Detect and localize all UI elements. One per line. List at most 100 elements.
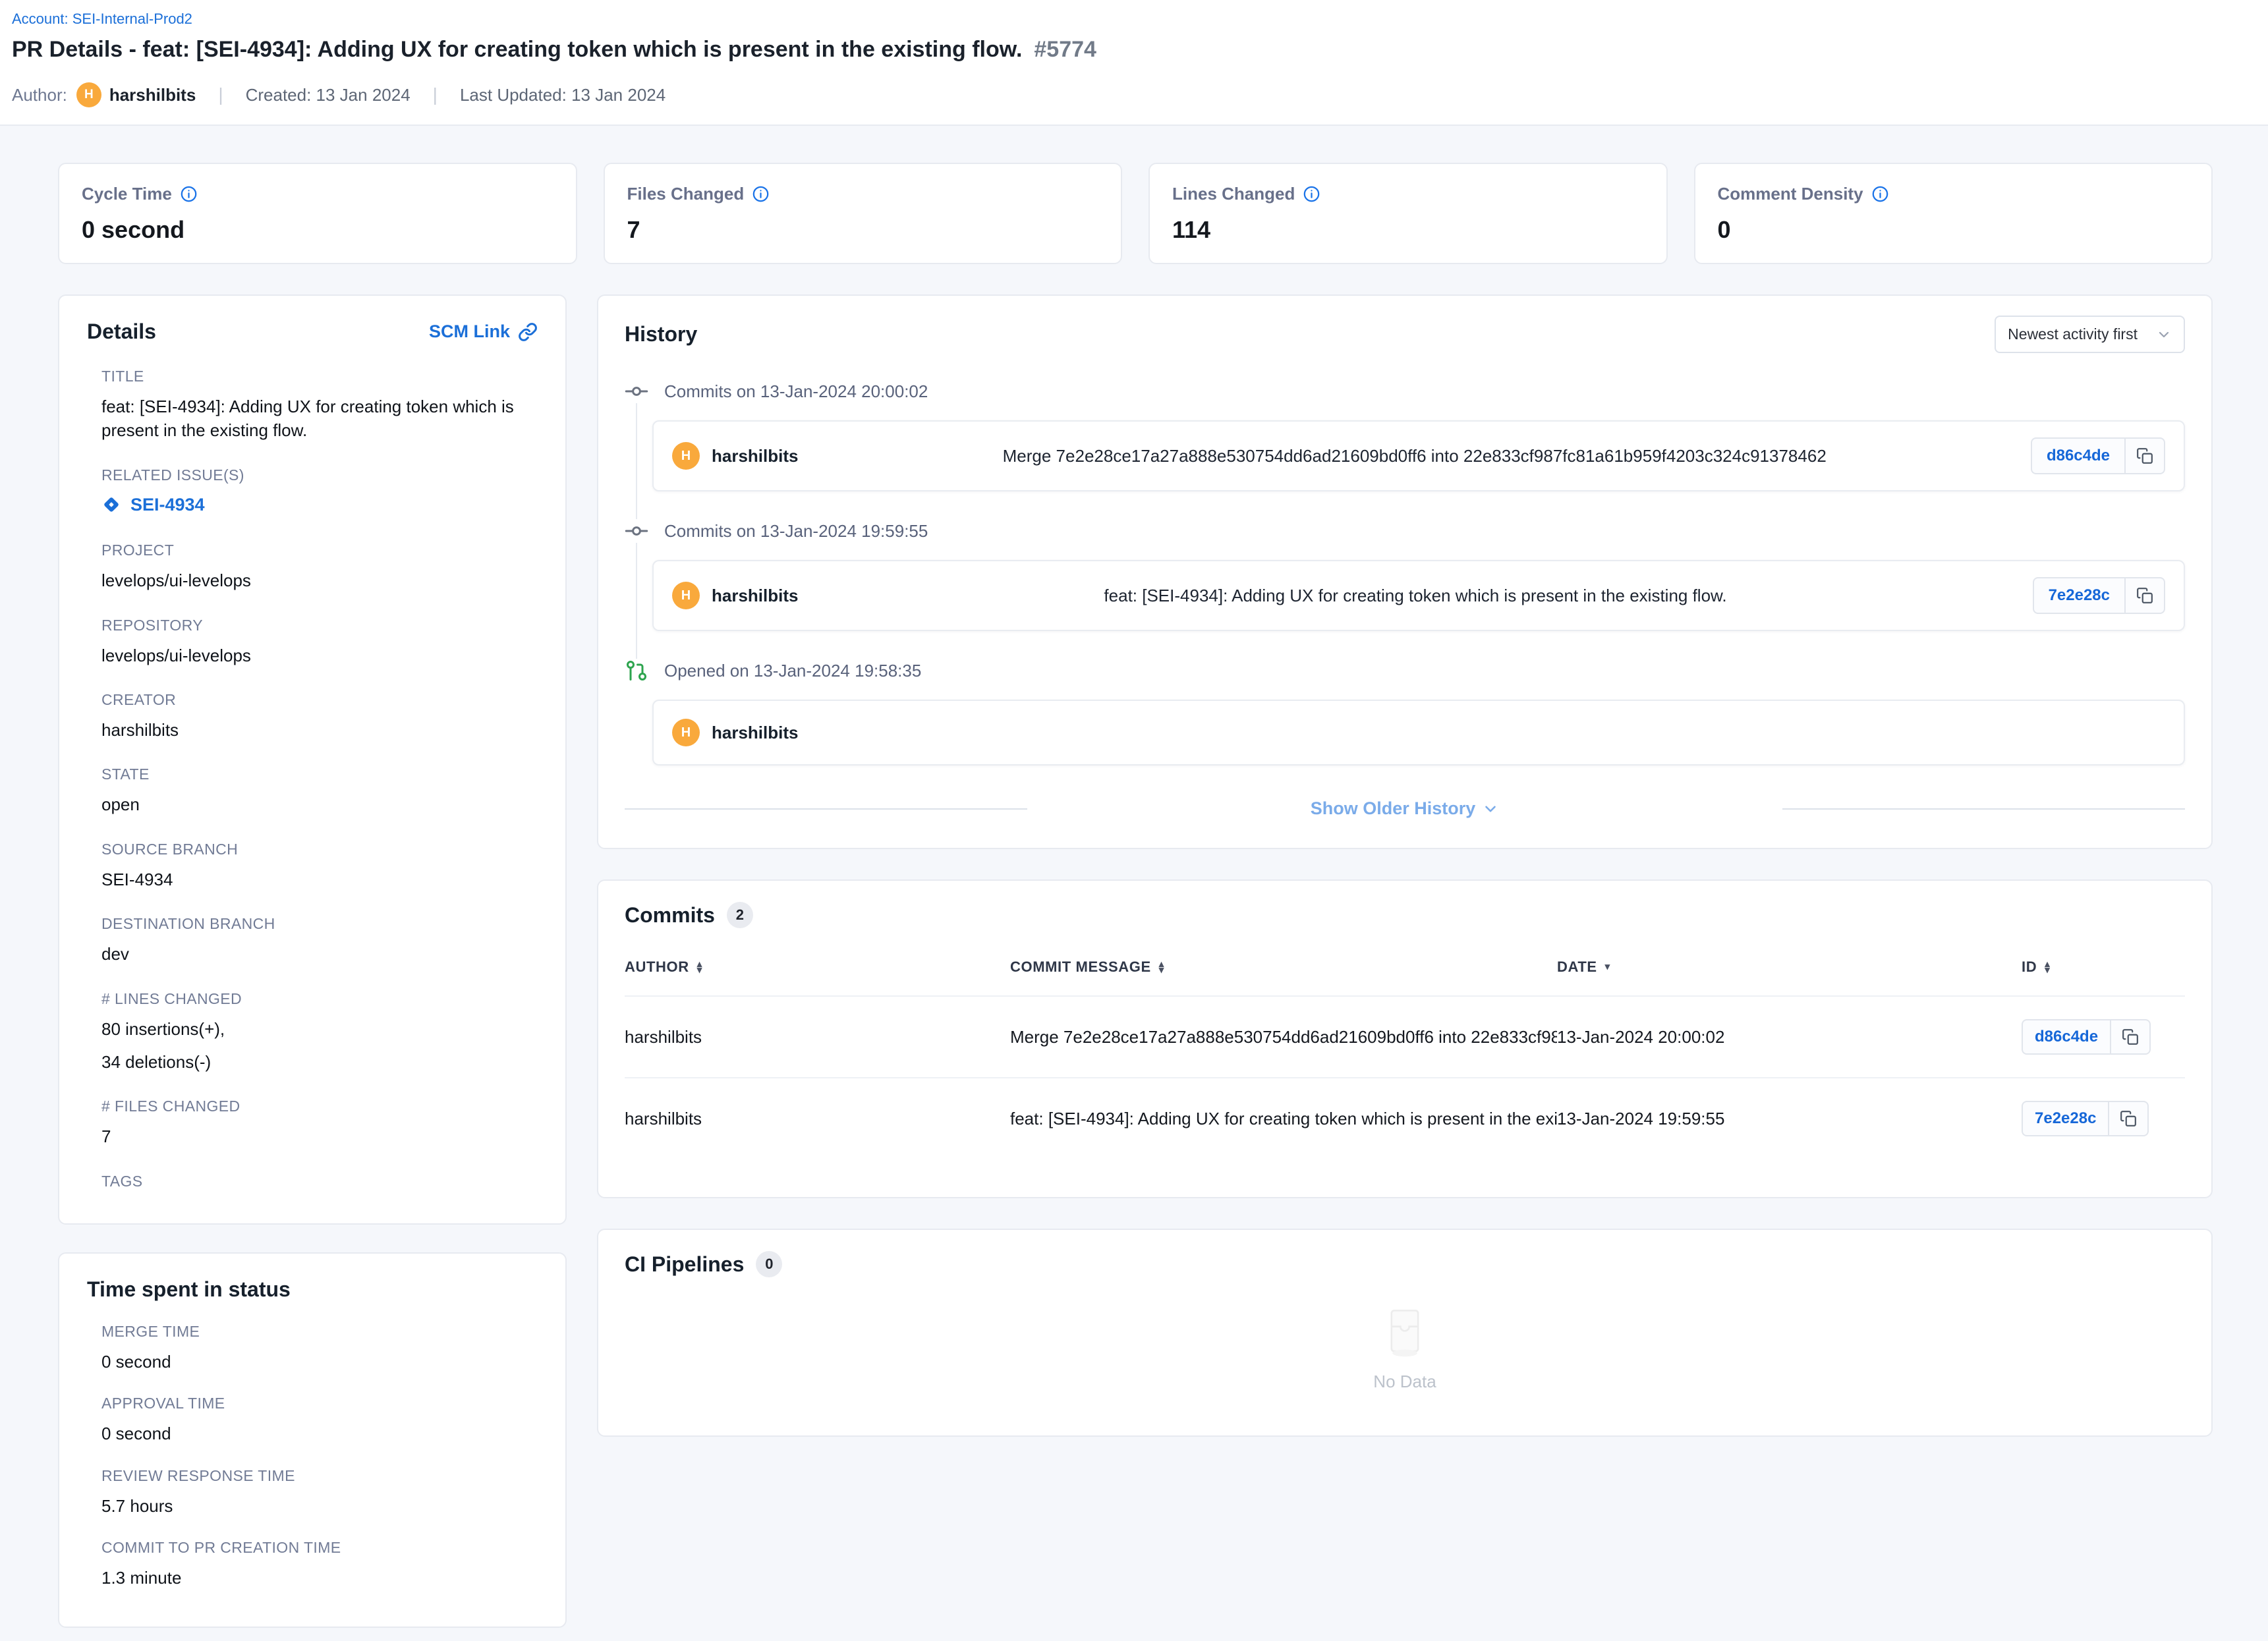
history-commit-card: H harshilbits Merge 7e2e28ce17a27a888e53… — [652, 420, 2185, 491]
field-label: PROJECT — [101, 542, 538, 559]
history-heading: History — [625, 322, 697, 347]
info-icon[interactable] — [180, 185, 198, 203]
detail-field-destination-branch: DESTINATION BRANCH dev — [87, 915, 538, 966]
timeline-event-commit-1: Commits on 13-Jan-2024 20:00:02 — [625, 379, 2185, 403]
detail-field-title: TITLE feat: [SEI-4934]: Adding UX for cr… — [87, 368, 538, 443]
cell-author: harshilbits — [625, 1109, 1010, 1129]
issue-diamond-icon — [101, 495, 121, 515]
commit-message: Merge 7e2e28ce17a27a888e530754dd6ad21609… — [798, 446, 2030, 466]
field-label: MERGE TIME — [101, 1323, 538, 1341]
details-panel: Details SCM Link TITLE feat: [SEI-4934]:… — [58, 294, 567, 1225]
history-timeline: Commits on 13-Jan-2024 20:00:02 H harshi… — [625, 379, 2185, 765]
issue-key: SEI-4934 — [130, 495, 205, 515]
ci-pipelines-count-badge: 0 — [756, 1251, 782, 1277]
history-opened-card: H harshilbits — [652, 700, 2185, 765]
author-label: Author: — [12, 85, 67, 105]
field-value: 7 — [101, 1125, 538, 1148]
time-field-merge: MERGE TIME 0 second — [87, 1323, 538, 1374]
commits-count-badge: 2 — [727, 902, 753, 928]
metric-card-files-changed: Files Changed 7 — [604, 163, 1123, 264]
info-icon[interactable] — [1303, 185, 1320, 203]
last-updated-date: Last Updated: 13 Jan 2024 — [460, 85, 666, 105]
metrics-row: Cycle Time 0 second Files Changed 7 Line… — [58, 163, 2213, 264]
info-icon[interactable] — [1871, 185, 1889, 203]
time-field-review-response: REVIEW RESPONSE TIME 5.7 hours — [87, 1467, 538, 1518]
metric-card-cycle-time: Cycle Time 0 second — [58, 163, 577, 264]
no-data-label: No Data — [1373, 1372, 1436, 1392]
scm-link[interactable]: SCM Link — [429, 321, 538, 342]
page-title: PR Details - feat: [SEI-4934]: Adding UX… — [12, 37, 1022, 63]
divider — [625, 808, 1027, 810]
info-icon[interactable] — [752, 185, 770, 203]
commits-table: AUTHOR ▴▾ COMMIT MESSAGE ▴▾ DATE ▾ ID — [625, 959, 2185, 1159]
field-label: SOURCE BRANCH — [101, 841, 538, 858]
column-header-commit-message[interactable]: COMMIT MESSAGE ▴▾ — [1010, 959, 1557, 976]
empty-tray-icon — [1376, 1307, 1433, 1358]
git-pull-request-icon — [625, 659, 648, 682]
field-label: COMMIT TO PR CREATION TIME — [101, 1539, 538, 1557]
detail-field-project: PROJECT levelops/ui-levelops — [87, 542, 538, 592]
commit-hash-button[interactable]: d86c4de — [2031, 437, 2126, 474]
metric-label: Comment Density — [1718, 184, 1863, 204]
time-spent-heading: Time spent in status — [87, 1277, 538, 1302]
column-label: DATE — [1557, 959, 1597, 976]
field-label: APPROVAL TIME — [101, 1395, 538, 1412]
field-value: 1.3 minute — [101, 1566, 538, 1590]
git-commit-icon — [625, 519, 648, 543]
column-header-author[interactable]: AUTHOR ▴▾ — [625, 959, 1010, 976]
column-label: AUTHOR — [625, 959, 689, 976]
chevron-down-icon — [2156, 327, 2172, 343]
commit-hash-group: d86c4de — [2031, 437, 2165, 474]
commit-hash-button[interactable]: d86c4de — [2022, 1019, 2111, 1055]
ci-pipelines-heading: CI Pipelines — [625, 1252, 744, 1277]
time-field-commit-to-pr: COMMIT TO PR CREATION TIME 1.3 minute — [87, 1539, 538, 1590]
commit-hash-group: d86c4de — [2022, 1019, 2151, 1055]
copy-icon[interactable] — [2126, 577, 2165, 614]
commit-hash-group: 7e2e28c — [2022, 1101, 2149, 1136]
sort-icon: ▴▾ — [697, 961, 702, 974]
copy-icon[interactable] — [2109, 1101, 2149, 1136]
detail-field-repository: REPOSITORY levelops/ui-levelops — [87, 617, 538, 667]
field-label: RELATED ISSUE(S) — [101, 466, 538, 484]
account-breadcrumb-link[interactable]: Account: SEI-Internal-Prod2 — [12, 11, 192, 27]
field-label: STATE — [101, 765, 538, 783]
page-header: Account: SEI-Internal-Prod2 PR Details -… — [0, 0, 2268, 126]
field-value: dev — [101, 942, 538, 966]
copy-icon[interactable] — [2111, 1019, 2151, 1055]
cell-commit-message: Merge 7e2e28ce17a27a888e530754dd6ad21609… — [1010, 1027, 1557, 1047]
ci-empty-state: No Data — [625, 1277, 2185, 1414]
chevron-down-icon — [1482, 800, 1499, 818]
column-header-id[interactable]: ID ▴▾ — [2022, 959, 2185, 976]
history-panel: History Newest activity first Commits on… — [597, 294, 2213, 849]
copy-icon[interactable] — [2126, 437, 2165, 474]
detail-field-lines-changed: # LINES CHANGED 80 insertions(+), 34 del… — [87, 990, 538, 1074]
commit-hash-button[interactable]: 7e2e28c — [2033, 577, 2126, 614]
field-value: 0 second — [101, 1350, 538, 1374]
sort-dropdown-value: Newest activity first — [2008, 325, 2138, 343]
show-older-history-button[interactable]: Show Older History — [1271, 798, 1539, 819]
commits-panel: Commits 2 AUTHOR ▴▾ COMMIT MESSAGE ▴▾ — [597, 879, 2213, 1198]
time-field-approval: APPROVAL TIME 0 second — [87, 1395, 538, 1445]
detail-field-related-issues: RELATED ISSUE(S) SEI-4934 — [87, 466, 538, 518]
created-date: Created: 13 Jan 2024 — [246, 85, 411, 105]
field-label: # LINES CHANGED — [101, 990, 538, 1008]
field-value: 5.7 hours — [101, 1494, 538, 1518]
column-header-date[interactable]: DATE ▾ — [1557, 959, 2022, 976]
pr-author-avatar: H — [672, 719, 700, 746]
metric-label: Lines Changed — [1172, 184, 1295, 204]
ci-pipelines-panel: CI Pipelines 0 No Data — [597, 1229, 2213, 1437]
cell-author: harshilbits — [625, 1027, 1010, 1047]
metric-label: Files Changed — [627, 184, 745, 204]
column-label: COMMIT MESSAGE — [1010, 959, 1151, 976]
detail-field-tags: TAGS — [87, 1173, 538, 1190]
divider — [1782, 808, 2185, 810]
metric-label: Cycle Time — [82, 184, 172, 204]
commit-hash-button[interactable]: 7e2e28c — [2022, 1101, 2109, 1136]
field-value: levelops/ui-levelops — [101, 569, 538, 592]
field-value: open — [101, 793, 538, 816]
related-issue-link[interactable]: SEI-4934 — [101, 495, 205, 515]
history-sort-dropdown[interactable]: Newest activity first — [1995, 316, 2185, 353]
detail-field-creator: CREATOR harshilbits — [87, 691, 538, 742]
detail-field-state: STATE open — [87, 765, 538, 816]
metric-value: 114 — [1172, 216, 1644, 244]
